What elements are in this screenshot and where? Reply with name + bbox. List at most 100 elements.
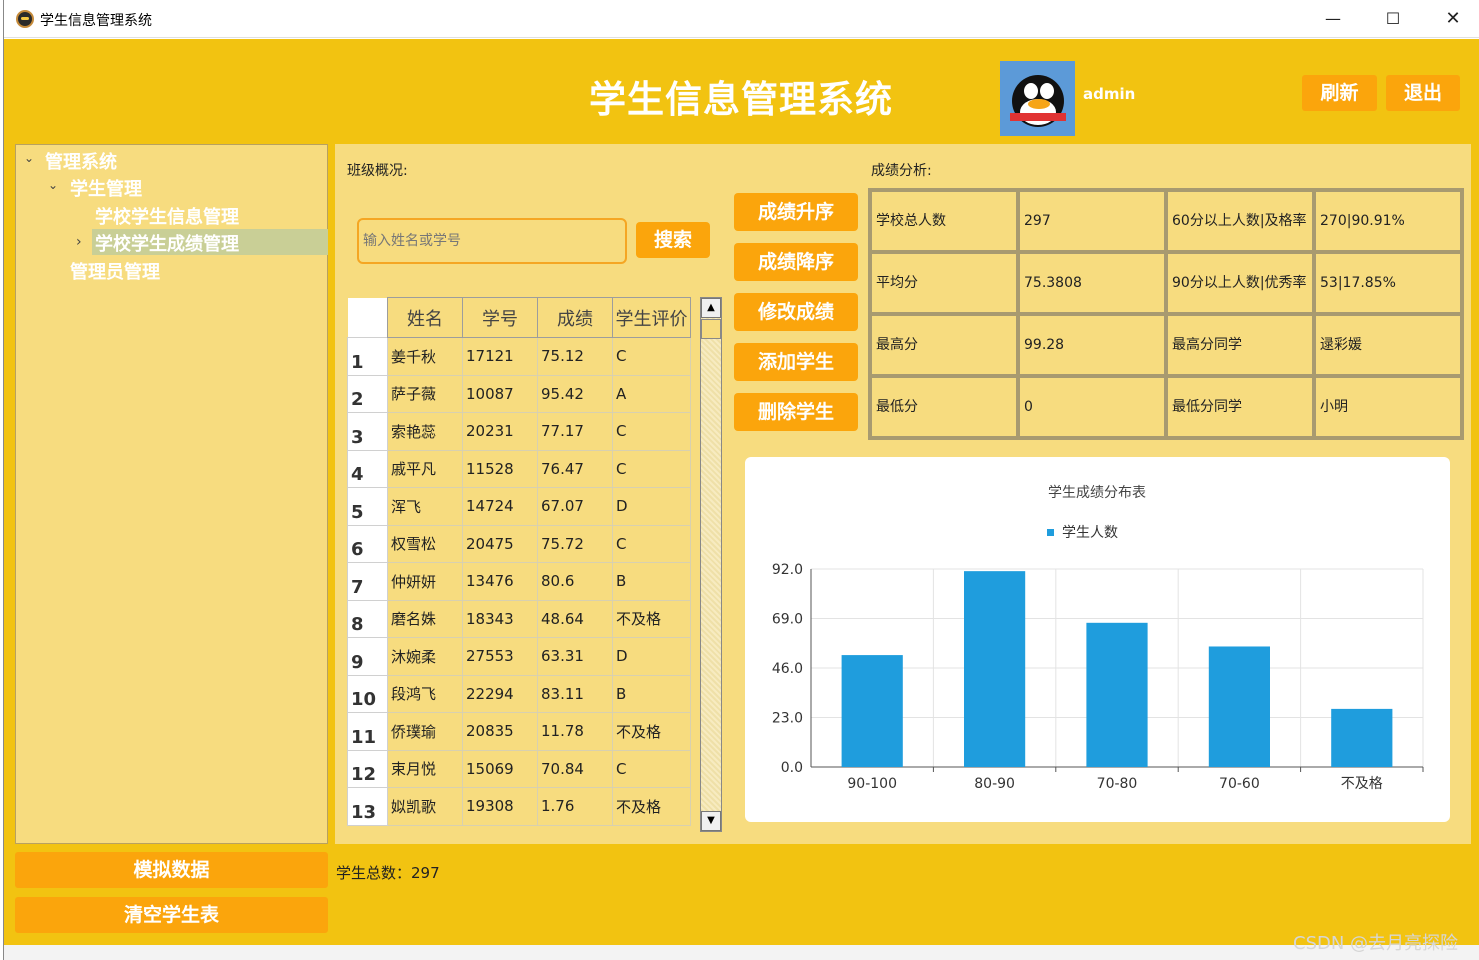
table-row[interactable]: 6 权雪松 20475 75.72 C bbox=[347, 524, 691, 563]
table-row[interactable]: 4 戚平凡 11528 76.47 C bbox=[347, 449, 691, 488]
cell-grade[interactable]: C bbox=[612, 525, 691, 563]
cell-grade[interactable]: D bbox=[612, 637, 691, 676]
cell-score[interactable]: 77.17 bbox=[537, 412, 613, 451]
row-number[interactable]: 10 bbox=[347, 674, 388, 713]
cell-grade[interactable]: C bbox=[612, 337, 691, 376]
row-number[interactable]: 5 bbox=[347, 487, 388, 526]
scroll-thumb[interactable] bbox=[701, 319, 721, 339]
table-row[interactable]: 1 姜千秋 17121 75.12 C bbox=[347, 337, 691, 376]
close-button[interactable]: ✕ bbox=[1430, 6, 1476, 32]
cell-score[interactable]: 80.6 bbox=[537, 562, 613, 601]
tree-item-student-mgmt[interactable]: 学生管理 bbox=[70, 175, 142, 201]
cell-id[interactable]: 27553 bbox=[462, 637, 538, 676]
cell-id[interactable]: 20475 bbox=[462, 525, 538, 563]
cell-grade[interactable]: B bbox=[612, 562, 691, 601]
search-input[interactable] bbox=[357, 218, 627, 264]
tree-item-root[interactable]: 管理系统 bbox=[45, 148, 117, 174]
cell-score[interactable]: 95.42 bbox=[537, 375, 613, 413]
cell-name[interactable]: 段鸿飞 bbox=[387, 675, 463, 713]
scroll-up-icon[interactable]: ▲ bbox=[701, 298, 721, 318]
cell-score[interactable]: 75.12 bbox=[537, 337, 613, 376]
maximize-button[interactable]: ☐ bbox=[1370, 6, 1416, 32]
cell-grade[interactable]: C bbox=[612, 450, 691, 488]
simulate-data-button[interactable]: 模拟数据 bbox=[15, 852, 328, 888]
cell-id[interactable]: 11528 bbox=[462, 450, 538, 488]
cell-name[interactable]: 浑飞 bbox=[387, 487, 463, 526]
clear-table-button[interactable]: 清空学生表 bbox=[15, 897, 328, 933]
minimize-button[interactable]: — bbox=[1310, 6, 1356, 32]
sort-desc-button[interactable]: 成绩降序 bbox=[734, 243, 858, 281]
cell-score[interactable]: 75.72 bbox=[537, 525, 613, 563]
cell-id[interactable]: 18343 bbox=[462, 600, 538, 638]
sort-asc-button[interactable]: 成绩升序 bbox=[734, 193, 858, 231]
cell-name[interactable]: 戚平凡 bbox=[387, 450, 463, 488]
column-header-score[interactable]: 成绩 bbox=[537, 297, 613, 338]
refresh-button[interactable]: 刷新 bbox=[1302, 75, 1377, 111]
table-row[interactable]: 8 磨名姝 18343 48.64 不及格 bbox=[347, 599, 691, 638]
cell-name[interactable]: 束月悦 bbox=[387, 750, 463, 788]
cell-id[interactable]: 20231 bbox=[462, 412, 538, 451]
chevron-down-icon[interactable]: ⌄ bbox=[48, 178, 58, 192]
cell-name[interactable]: 权雪松 bbox=[387, 525, 463, 563]
cell-score[interactable]: 63.31 bbox=[537, 637, 613, 676]
exit-button[interactable]: 退出 bbox=[1386, 75, 1460, 111]
row-number[interactable]: 6 bbox=[347, 524, 388, 563]
row-number[interactable]: 11 bbox=[347, 712, 388, 751]
table-row[interactable]: 9 沐婉柔 27553 63.31 D bbox=[347, 637, 691, 676]
chevron-down-icon[interactable]: ⌄ bbox=[24, 151, 34, 165]
edit-score-button[interactable]: 修改成绩 bbox=[734, 293, 858, 331]
cell-name[interactable]: 仲妍妍 bbox=[387, 562, 463, 601]
cell-id[interactable]: 10087 bbox=[462, 375, 538, 413]
row-number[interactable]: 2 bbox=[347, 374, 388, 413]
cell-score[interactable]: 70.84 bbox=[537, 750, 613, 788]
cell-grade[interactable]: D bbox=[612, 487, 691, 526]
row-number[interactable]: 4 bbox=[347, 449, 388, 488]
row-number[interactable]: 9 bbox=[347, 637, 388, 676]
table-row[interactable]: 13 姒凯歌 19308 1.76 不及格 bbox=[347, 787, 691, 826]
cell-grade[interactable]: B bbox=[612, 675, 691, 713]
tree-item-admin-mgmt[interactable]: 管理员管理 bbox=[70, 258, 160, 284]
column-header-grade[interactable]: 学生评价 bbox=[612, 297, 691, 338]
cell-id[interactable]: 15069 bbox=[462, 750, 538, 788]
row-number[interactable]: 8 bbox=[347, 599, 388, 638]
delete-student-button[interactable]: 删除学生 bbox=[734, 393, 858, 431]
row-number[interactable]: 13 bbox=[347, 787, 388, 826]
cell-score[interactable]: 76.47 bbox=[537, 450, 613, 488]
cell-id[interactable]: 13476 bbox=[462, 562, 538, 601]
table-row[interactable]: 5 浑飞 14724 67.07 D bbox=[347, 487, 691, 526]
cell-grade[interactable]: C bbox=[612, 750, 691, 788]
add-student-button[interactable]: 添加学生 bbox=[734, 343, 858, 381]
cell-score[interactable]: 1.76 bbox=[537, 787, 613, 826]
cell-id[interactable]: 22294 bbox=[462, 675, 538, 713]
cell-name[interactable]: 侨璞瑜 bbox=[387, 712, 463, 751]
cell-name[interactable]: 姜千秋 bbox=[387, 337, 463, 376]
table-row[interactable]: 3 索艳蕊 20231 77.17 C bbox=[347, 412, 691, 451]
column-header-id[interactable]: 学号 bbox=[462, 297, 538, 338]
cell-name[interactable]: 磨名姝 bbox=[387, 600, 463, 638]
cell-grade[interactable]: 不及格 bbox=[612, 712, 691, 751]
cell-grade[interactable]: A bbox=[612, 375, 691, 413]
table-row[interactable]: 2 萨子薇 10087 95.42 A bbox=[347, 374, 691, 413]
cell-id[interactable]: 19308 bbox=[462, 787, 538, 826]
search-button[interactable]: 搜索 bbox=[636, 222, 710, 258]
row-number[interactable]: 7 bbox=[347, 562, 388, 601]
cell-id[interactable]: 14724 bbox=[462, 487, 538, 526]
table-row[interactable]: 11 侨璞瑜 20835 11.78 不及格 bbox=[347, 712, 691, 751]
table-scrollbar[interactable]: ▲ ▼ bbox=[700, 297, 722, 832]
table-row[interactable]: 12 束月悦 15069 70.84 C bbox=[347, 749, 691, 788]
cell-score[interactable]: 67.07 bbox=[537, 487, 613, 526]
tree-item-student-info[interactable]: 学校学生信息管理 bbox=[95, 203, 239, 229]
row-number[interactable]: 12 bbox=[347, 749, 388, 788]
cell-score[interactable]: 11.78 bbox=[537, 712, 613, 751]
scroll-down-icon[interactable]: ▼ bbox=[701, 811, 721, 831]
cell-score[interactable]: 83.11 bbox=[537, 675, 613, 713]
cell-id[interactable]: 17121 bbox=[462, 337, 538, 376]
table-row[interactable]: 10 段鸿飞 22294 83.11 B bbox=[347, 674, 691, 713]
cell-name[interactable]: 索艳蕊 bbox=[387, 412, 463, 451]
cell-grade[interactable]: C bbox=[612, 412, 691, 451]
row-number[interactable]: 1 bbox=[347, 337, 388, 376]
cell-name[interactable]: 萨子薇 bbox=[387, 375, 463, 413]
cell-name[interactable]: 姒凯歌 bbox=[387, 787, 463, 826]
cell-grade[interactable]: 不及格 bbox=[612, 787, 691, 826]
chevron-right-icon[interactable]: › bbox=[76, 234, 82, 250]
